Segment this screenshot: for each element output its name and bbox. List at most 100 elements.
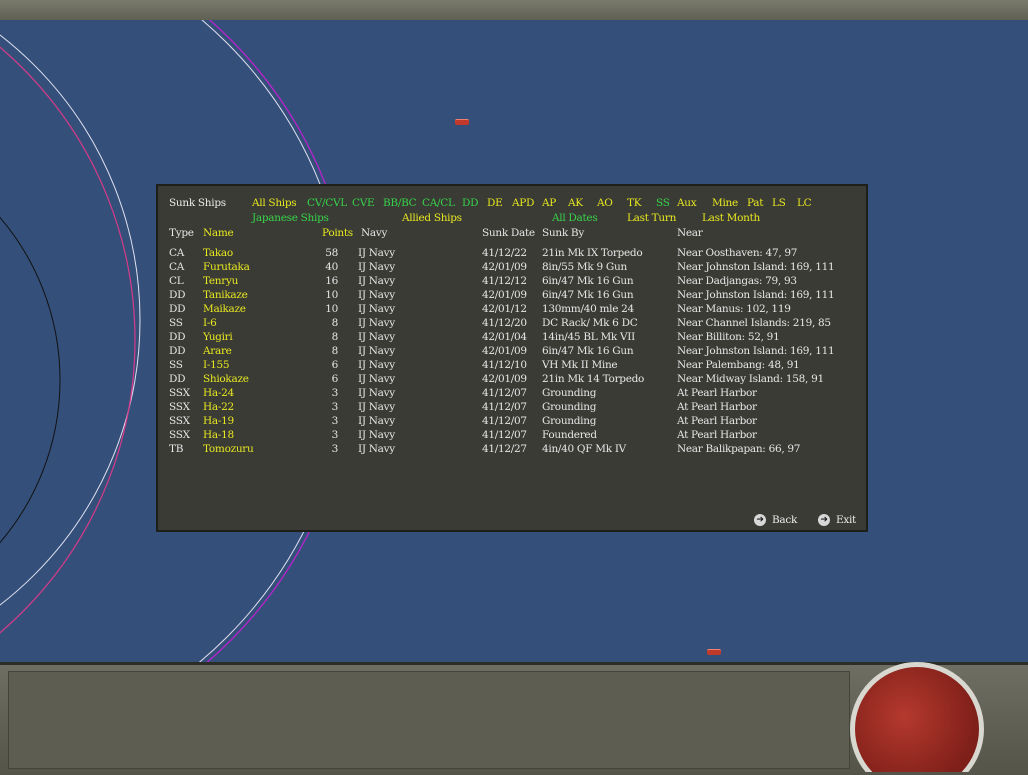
ship-points: 8 (331, 331, 339, 343)
table-row[interactable]: SSX Ha-19 3 IJ Navy 41/12/07 Grounding At Pear… (158, 415, 866, 429)
sunk-location: Near Midway Island: 158, 91 (677, 373, 824, 385)
ship-points: 8 (331, 345, 339, 357)
table-row[interactable]: DD Tanikaze 10 IJ Navy 42/01/09 6in/47 Mk 16 … (158, 289, 866, 303)
ship-points: 6 (331, 359, 339, 371)
ship-type: SS (169, 317, 183, 329)
filter-ca-cl[interactable]: CA/CL (422, 197, 455, 209)
ship-navy: IJ Navy (358, 373, 395, 385)
ship-name[interactable]: Tanikaze (203, 289, 248, 301)
filter-pat[interactable]: Pat (747, 197, 763, 209)
ship-navy: IJ Navy (358, 261, 395, 273)
ship-type: SSX (169, 415, 190, 427)
col-navy[interactable]: Navy (361, 227, 387, 239)
filter-all-ships[interactable]: All Ships (252, 197, 297, 209)
filter-dd[interactable]: DD (462, 197, 479, 209)
sunk-by: 6in/47 Mk 16 Gun (542, 345, 634, 357)
ship-navy: IJ Navy (358, 345, 395, 357)
ship-name[interactable]: Tomozuru (203, 443, 254, 455)
ship-type: CA (169, 261, 185, 273)
table-row[interactable]: SSX Ha-22 3 IJ Navy 41/12/07 Grounding At Pear… (158, 401, 866, 415)
sunk-date: 41/12/07 (482, 415, 527, 427)
filter-bb-bc[interactable]: BB/BC (383, 197, 417, 209)
filter-ak[interactable]: AK (568, 197, 583, 209)
table-row[interactable]: DD Yugiri 8 IJ Navy 42/01/04 14in/45 BL Mk VI… (158, 331, 866, 345)
back-button[interactable]: ➜ Back (754, 514, 797, 526)
ship-navy: IJ Navy (358, 247, 395, 259)
table-row[interactable]: TB Tomozuru 3 IJ Navy 41/12/27 4in/40 QF Mk I… (158, 443, 866, 457)
bottom-info-area (8, 671, 850, 769)
ship-name[interactable]: Shiokaze (203, 373, 249, 385)
ship-navy: IJ Navy (358, 317, 395, 329)
col-name[interactable]: Name (203, 227, 234, 239)
sunk-date: 42/01/04 (482, 331, 527, 343)
col-points[interactable]: Points (322, 227, 353, 239)
ship-type: DD (169, 345, 186, 357)
table-row[interactable]: SS I-6 8 IJ Navy 41/12/20 DC Rack/ Mk 6 DC Nea… (158, 317, 866, 331)
ship-points: 40 (325, 261, 338, 273)
table-row[interactable]: DD Maikaze 10 IJ Navy 42/01/12 130mm/40 mle 2… (158, 303, 866, 317)
sunk-date: 41/12/20 (482, 317, 527, 329)
ship-name[interactable]: Takao (203, 247, 233, 259)
ship-type: CA (169, 247, 185, 259)
filter-tk[interactable]: TK (627, 197, 642, 209)
table-row[interactable]: CA Takao 58 IJ Navy 41/12/22 21in Mk IX Torpe… (158, 247, 866, 261)
filter-last-month[interactable]: Last Month (702, 212, 760, 224)
ship-name[interactable]: Ha-22 (203, 401, 234, 413)
table-row[interactable]: DD Shiokaze 6 IJ Navy 42/01/09 21in Mk 14 Tor… (158, 373, 866, 387)
filter-all-dates[interactable]: All Dates (552, 212, 598, 224)
filter-cv-cvl[interactable]: CV/CVL (307, 197, 347, 209)
filter-ao[interactable]: AO (597, 197, 613, 209)
filter-aux[interactable]: Aux (677, 197, 697, 209)
sunk-date: 41/12/07 (482, 429, 527, 441)
filter-de[interactable]: DE (487, 197, 503, 209)
filter-apd[interactable]: APD (512, 197, 534, 209)
table-row[interactable]: SS I-155 6 IJ Navy 41/12/10 VH Mk II Mine Near… (158, 359, 866, 373)
filter-ls[interactable]: LS (772, 197, 786, 209)
ship-name[interactable]: I-6 (203, 317, 217, 329)
ship-name[interactable]: Arare (203, 345, 232, 357)
ship-navy: IJ Navy (358, 275, 395, 287)
table-row[interactable]: DD Arare 8 IJ Navy 42/01/09 6in/47 Mk 16 Gun N… (158, 345, 866, 359)
ship-name[interactable]: Ha-24 (203, 387, 234, 399)
ship-name[interactable]: I-155 (203, 359, 230, 371)
col-type[interactable]: Type (169, 227, 194, 239)
table-row[interactable]: CA Furutaka 40 IJ Navy 42/01/09 8in/55 Mk 9 G… (158, 261, 866, 275)
ship-name[interactable]: Maikaze (203, 303, 246, 315)
filter-ss[interactable]: SS (656, 197, 670, 209)
ship-marker-icon[interactable] (455, 119, 469, 125)
filter-mine[interactable]: Mine (712, 197, 738, 209)
sunk-location: At Pearl Harbor (677, 401, 757, 413)
ship-name[interactable]: Ha-18 (203, 429, 234, 441)
sunk-by: 130mm/40 mle 24 (542, 303, 634, 315)
sunk-location: Near Johnston Island: 169, 111 (677, 261, 835, 273)
filter-japanese-ships[interactable]: Japanese Ships (252, 212, 329, 224)
table-row[interactable]: SSX Ha-24 3 IJ Navy 41/12/07 Grounding At Pear… (158, 387, 866, 401)
sunk-date: 41/12/27 (482, 443, 527, 455)
table-row[interactable]: SSX Ha-18 3 IJ Navy 41/12/07 Foundered At Pear… (158, 429, 866, 443)
filter-ap[interactable]: AP (542, 197, 556, 209)
ship-name[interactable]: Tenryu (203, 275, 238, 287)
ship-points: 3 (331, 387, 339, 399)
ship-name[interactable]: Yugiri (203, 331, 233, 343)
filter-lc[interactable]: LC (797, 197, 812, 209)
exit-button[interactable]: ➜ Exit (818, 514, 856, 526)
sunk-date: 41/12/10 (482, 359, 527, 371)
ship-name[interactable]: Ha-19 (203, 415, 234, 427)
seal-emblem-icon[interactable] (848, 660, 988, 772)
ship-navy: IJ Navy (358, 415, 395, 427)
filter-last-turn[interactable]: Last Turn (627, 212, 676, 224)
ship-points: 3 (331, 401, 339, 413)
arrow-right-icon: ➜ (818, 514, 830, 526)
filter-cve[interactable]: CVE (352, 197, 375, 209)
col-sunk-by[interactable]: Sunk By (542, 227, 584, 239)
ship-type: TB (169, 443, 184, 455)
table-row[interactable]: CL Tenryu 16 IJ Navy 41/12/12 6in/47 Mk 16 Gu… (158, 275, 866, 289)
ship-navy: IJ Navy (358, 387, 395, 399)
col-near[interactable]: Near (677, 227, 703, 239)
ship-navy: IJ Navy (358, 289, 395, 301)
filter-allied-ships[interactable]: Allied Ships (402, 212, 462, 224)
sunk-date: 42/01/09 (482, 345, 527, 357)
col-sunk-date[interactable]: Sunk Date (482, 227, 535, 239)
ship-name[interactable]: Furutaka (203, 261, 250, 273)
ship-marker-icon[interactable] (707, 649, 721, 655)
